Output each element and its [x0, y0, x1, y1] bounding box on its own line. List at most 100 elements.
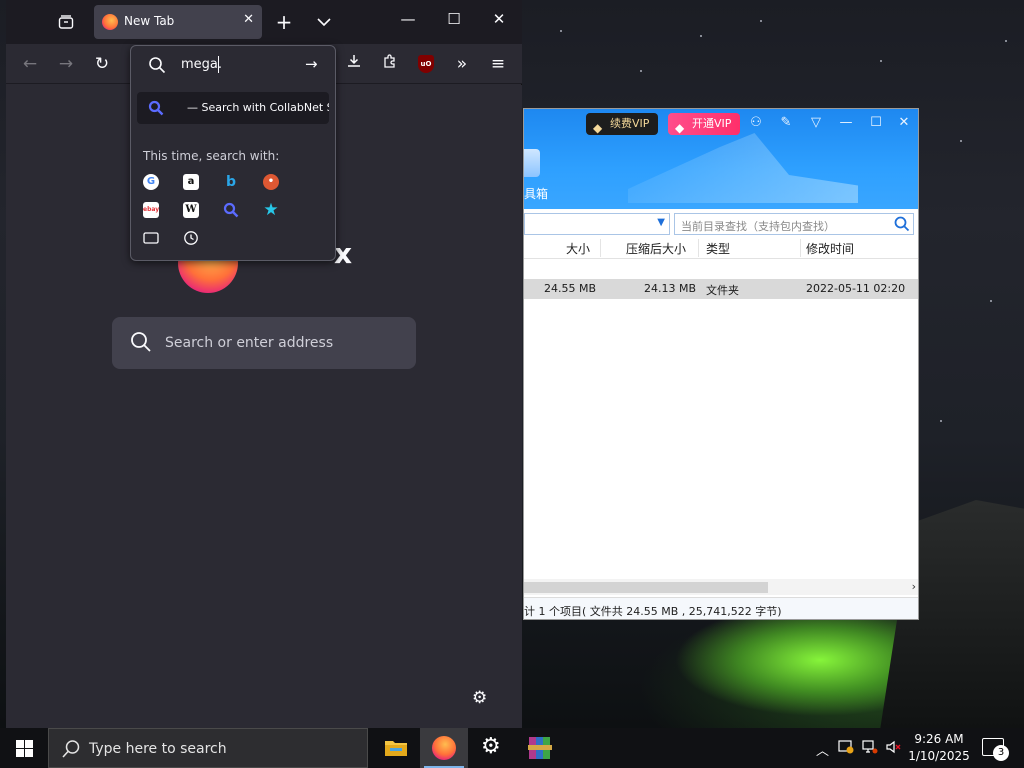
forward-arrow-icon[interactable]: →	[54, 52, 78, 76]
url-bar[interactable]: mega. →	[131, 46, 335, 84]
scrollbar-thumb[interactable]	[524, 582, 768, 593]
taskbar: Type here to search ⚙ ︿ 9:26 AM 1/10/202…	[0, 728, 1024, 768]
close-tab-icon[interactable]: ✕	[243, 12, 254, 27]
column-size[interactable]: 大小	[566, 240, 590, 257]
cell-size: 24.55 MB	[544, 282, 597, 295]
column-divider	[800, 239, 801, 257]
collabnet-search-icon[interactable]	[223, 202, 239, 218]
table-row[interactable]: 24.55 MB 24.13 MB 文件夹 2022-05-11 02:20	[524, 279, 918, 299]
directory-search-placeholder: 当前目录查找（支持包内查找）	[681, 220, 835, 233]
extensions-puzzle-icon[interactable]	[378, 52, 402, 76]
taskbar-search-box[interactable]: Type here to search	[48, 728, 368, 768]
show-hidden-icons-chevron-icon[interactable]: ︿	[816, 740, 829, 759]
column-divider	[698, 239, 699, 257]
search-icon	[149, 57, 166, 74]
list-all-tabs-chevron-icon[interactable]	[310, 8, 338, 36]
amazon-icon[interactable]: a	[183, 174, 199, 190]
google-icon[interactable]: G	[143, 174, 159, 190]
text-caret	[218, 56, 219, 73]
horizontal-scrollbar[interactable]: ›	[524, 579, 918, 595]
url-bar-dropdown: mega. → — Search with CollabNet Search T…	[130, 45, 336, 261]
windows-start-icon[interactable]	[0, 728, 48, 768]
edit-icon[interactable]: ✎	[776, 115, 796, 130]
open-vip-button[interactable]: ◆ 开通VIP	[668, 113, 740, 135]
file-explorer-icon[interactable]	[372, 728, 420, 768]
column-packed-size[interactable]: 压缩后大小	[626, 240, 686, 257]
column-divider	[600, 239, 601, 257]
history-icon[interactable]	[183, 230, 199, 246]
column-type[interactable]: 类型	[706, 240, 730, 257]
winrar-books-icon[interactable]	[516, 728, 564, 768]
settings-gear-icon[interactable]: ⚙	[468, 728, 516, 768]
overflow-chevrons-icon[interactable]: »	[450, 52, 474, 76]
directory-search-input[interactable]: 当前目录查找（支持包内查找）	[674, 213, 914, 235]
go-arrow-icon[interactable]: →	[305, 55, 318, 73]
search-icon	[62, 740, 80, 758]
renew-vip-button[interactable]: ◆ 续费VIP	[586, 113, 658, 135]
maximize-icon[interactable]: ☐	[866, 115, 886, 130]
clock-date: 1/10/2025	[908, 749, 970, 763]
ublock-origin-icon[interactable]: uO	[418, 55, 434, 73]
close-icon[interactable]: ✕	[894, 115, 914, 130]
ebay-icon[interactable]: ebay	[143, 202, 159, 218]
dropdown-arrow-icon: ▼	[657, 217, 665, 228]
search-icon	[131, 332, 151, 352]
bing-icon[interactable]: b	[223, 174, 239, 190]
tab-bar: New Tab ✕ + — ☐ ✕	[6, 0, 522, 44]
minimize-icon[interactable]: —	[396, 10, 420, 28]
diamond-icon: ◆	[593, 121, 603, 135]
volume-muted-icon[interactable]	[886, 740, 902, 758]
duckduckgo-icon[interactable]: •	[263, 174, 279, 190]
new-tab-plus-icon[interactable]: +	[270, 8, 298, 36]
column-modified[interactable]: 修改时间	[806, 240, 854, 257]
network-icon[interactable]	[862, 740, 878, 758]
notification-count-badge: 3	[993, 745, 1009, 761]
open-vip-label: 开通VIP	[692, 117, 732, 130]
user-icon[interactable]: ⚇	[746, 115, 766, 130]
newtab-search-box[interactable]: Search or enter address	[112, 317, 416, 369]
customize-gear-icon[interactable]: ⚙	[472, 688, 487, 708]
toolbox-icon[interactable]	[524, 149, 540, 177]
reload-icon[interactable]: ↻	[90, 52, 114, 76]
renew-vip-label: 续费VIP	[610, 117, 650, 130]
back-arrow-icon[interactable]: ←	[18, 52, 42, 76]
file-list-header: 大小 压缩后大小 类型 修改时间	[524, 237, 918, 259]
bookmarks-star-icon[interactable]: ★	[263, 202, 279, 219]
maximize-icon[interactable]: ☐	[442, 10, 466, 28]
list-item[interactable]	[524, 259, 918, 279]
firefox-favicon-icon	[102, 14, 118, 30]
tabs-icon[interactable]	[143, 230, 159, 246]
action-center-icon[interactable]: 3	[982, 738, 1009, 761]
cell-modified: 2022-05-11 02:20	[806, 282, 906, 295]
wikipedia-icon[interactable]: W	[183, 202, 199, 218]
firefox-wordmark: x	[334, 237, 354, 270]
security-alert-icon[interactable]	[838, 740, 854, 758]
search-suggestion-item[interactable]: — Search with CollabNet Search	[137, 92, 329, 124]
minimize-icon[interactable]: —	[836, 115, 856, 130]
firefox-view-icon[interactable]	[52, 8, 80, 36]
status-bar: 计 1 个项目( 文件共 24.55 MB , 25,741,522 字节)	[524, 597, 918, 619]
toolbox-label[interactable]: 具箱	[524, 185, 548, 202]
close-window-icon[interactable]: ✕	[487, 10, 511, 28]
scroll-right-arrow-icon[interactable]: ›	[912, 580, 916, 593]
diamond-icon: ◆	[675, 121, 685, 135]
url-input[interactable]: mega.	[181, 57, 222, 72]
banner-graphic	[628, 133, 858, 203]
taskbar-search-placeholder: Type here to search	[89, 741, 227, 757]
tab-title: New Tab	[124, 14, 175, 28]
downloads-icon[interactable]	[342, 52, 366, 76]
search-icon[interactable]	[894, 216, 910, 232]
hamburger-menu-icon[interactable]: ≡	[486, 52, 510, 76]
tab-new-tab[interactable]: New Tab ✕	[94, 5, 262, 39]
newtab-search-placeholder: Search or enter address	[165, 335, 334, 351]
clock-time: 9:26 AM	[914, 732, 964, 746]
address-row: ▼ 当前目录查找（支持包内查找）	[524, 211, 918, 237]
system-clock[interactable]: 9:26 AM 1/10/2025	[908, 731, 970, 765]
cell-packed-size: 24.13 MB	[644, 282, 697, 295]
collabnet-search-icon	[148, 100, 164, 116]
menu-dropdown-icon[interactable]: ▽	[806, 115, 826, 130]
firefox-taskbar-icon[interactable]	[420, 728, 468, 768]
cell-type: 文件夹	[706, 284, 739, 297]
path-dropdown[interactable]: ▼	[524, 213, 670, 235]
status-text: 计 1 个项目( 文件共 24.55 MB , 25,741,522 字节)	[524, 605, 782, 618]
